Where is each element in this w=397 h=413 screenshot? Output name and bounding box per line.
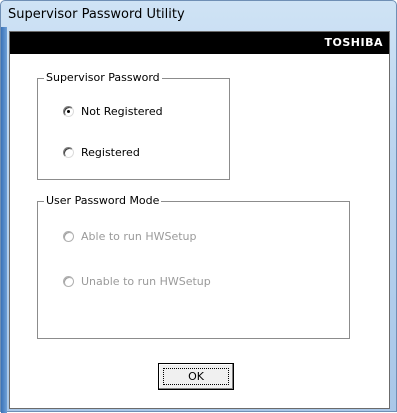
radio-button-icon[interactable] — [63, 276, 74, 287]
supervisor-password-group-label: Supervisor Password — [44, 71, 162, 85]
window-frame-edge — [1, 27, 7, 413]
radio-not-registered-label: Not Registered — [81, 105, 163, 118]
radio-button-icon[interactable] — [63, 147, 74, 158]
radio-not-registered[interactable]: Not Registered — [63, 105, 163, 118]
toshiba-logo: TOSHIBA — [324, 36, 383, 49]
user-password-mode-group: User Password Mode Able to run HWSetup U… — [37, 194, 350, 339]
window-title: Supervisor Password Utility — [8, 7, 185, 22]
brand-bar: TOSHIBA — [10, 32, 389, 54]
radio-button-icon[interactable] — [63, 106, 74, 117]
radio-button-icon[interactable] — [63, 231, 74, 242]
dialog-client-area: TOSHIBA Supervisor Password Not Register… — [9, 31, 390, 409]
supervisor-password-group: Supervisor Password Not Registered Regis… — [37, 71, 230, 180]
dialog-window: Supervisor Password Utility TOSHIBA Supe… — [0, 0, 397, 413]
ok-button[interactable]: OK — [158, 363, 234, 390]
radio-registered[interactable]: Registered — [63, 146, 140, 159]
radio-able-to-run-hwsetup-label: Able to run HWSetup — [81, 230, 197, 243]
radio-unable-to-run-hwsetup[interactable]: Unable to run HWSetup — [63, 275, 211, 288]
radio-registered-label: Registered — [81, 146, 140, 159]
radio-unable-to-run-hwsetup-label: Unable to run HWSetup — [81, 275, 211, 288]
ok-button-label: OK — [188, 370, 204, 383]
radio-able-to-run-hwsetup[interactable]: Able to run HWSetup — [63, 230, 197, 243]
title-bar[interactable]: Supervisor Password Utility — [1, 1, 397, 29]
user-password-mode-group-label: User Password Mode — [44, 194, 162, 208]
